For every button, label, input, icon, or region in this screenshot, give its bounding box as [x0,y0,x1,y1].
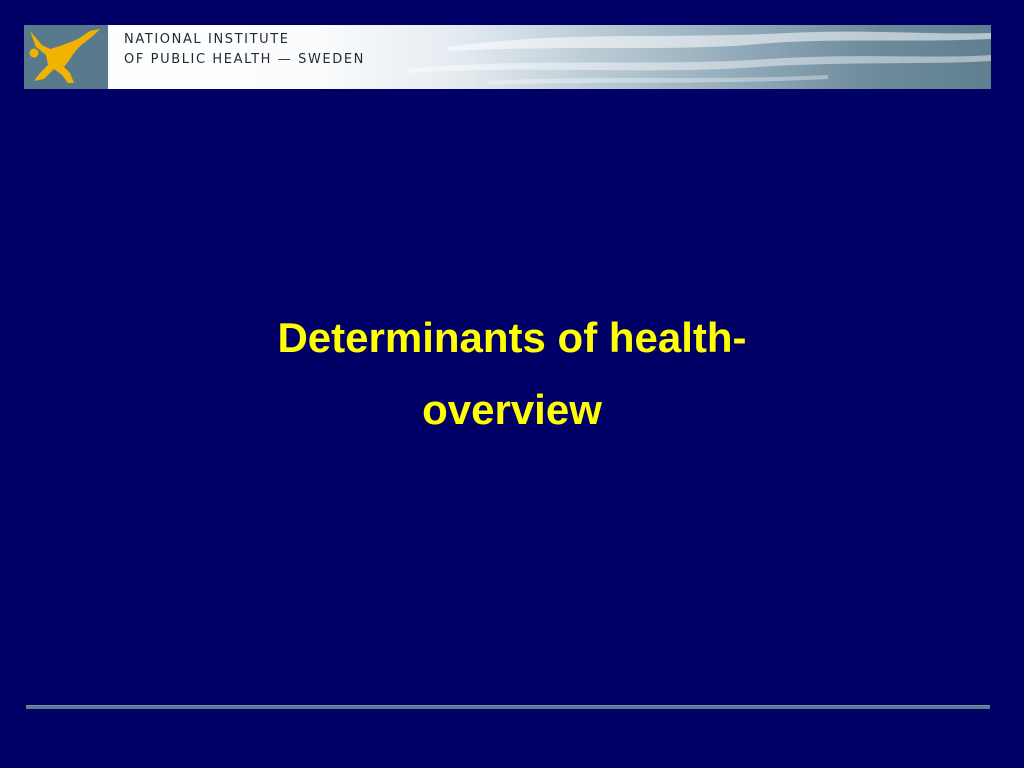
slide-title: Determinants of health- overview [112,302,912,446]
header-banner: NATIONAL INSTITUTE OF PUBLIC HEALTH — SW… [24,25,991,89]
logo-box [24,25,108,89]
org-name-line2: OF PUBLIC HEALTH — SWEDEN [124,52,365,67]
footer-divider [26,705,990,709]
slide-title-line2: overview [422,386,602,433]
org-name-line1: NATIONAL INSTITUTE [124,32,290,47]
leaping-figure-icon [29,29,100,83]
organization-name: NATIONAL INSTITUTE OF PUBLIC HEALTH — SW… [124,30,365,70]
slide-title-line1: Determinants of health- [277,314,747,361]
slide: NATIONAL INSTITUTE OF PUBLIC HEALTH — SW… [0,0,1024,768]
